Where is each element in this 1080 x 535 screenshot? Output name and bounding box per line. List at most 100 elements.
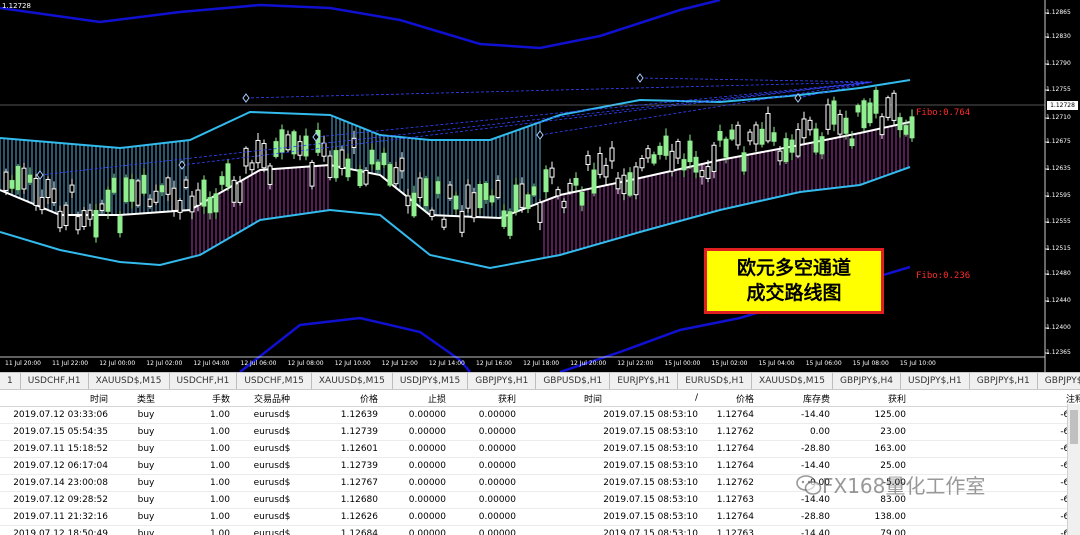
table-cell: eurusd$: [234, 440, 310, 458]
table-cell: 0.00000: [382, 525, 450, 535]
candle-body: [495, 180, 501, 198]
trade-entry-marker: [242, 93, 250, 103]
chart-tab[interactable]: USDCHF,H1: [170, 373, 238, 389]
candle-body: [519, 183, 525, 208]
candle-body: [639, 157, 645, 169]
column-header[interactable]: 获利: [450, 390, 520, 407]
table-cell: buy: [112, 525, 180, 535]
chart-tab[interactable]: EURUSD$,H1: [678, 373, 753, 389]
price-tick: 1.12480: [1046, 270, 1071, 277]
column-header[interactable]: 交易品种: [234, 390, 310, 407]
chart-tab[interactable]: USDCHF,H1: [21, 373, 89, 389]
time-tick: 12 Jul 04:00: [193, 360, 230, 367]
chart-tab[interactable]: GBPJPY$,H1: [970, 373, 1038, 389]
candle-body: [795, 129, 801, 157]
chart-tab[interactable]: XAUUSD$,M15: [752, 373, 833, 389]
candle-body: [855, 105, 861, 113]
candle-body: [501, 210, 507, 227]
chart-tab[interactable]: GBPUSD$,H1: [536, 373, 611, 389]
candle-body: [549, 167, 555, 178]
candle-body: [441, 218, 447, 228]
table-cell: 1.00: [180, 474, 234, 492]
scrollbar-thumb[interactable]: [1070, 410, 1078, 444]
candle-body: [861, 100, 867, 129]
column-header[interactable]: 止损: [382, 390, 450, 407]
trade-entry-marker: [636, 73, 644, 83]
candle-body: [531, 186, 537, 196]
candle-body: [777, 150, 783, 162]
candle-body: [879, 116, 885, 136]
table-cell: eurusd$: [234, 525, 310, 535]
chart-tab[interactable]: 1: [0, 373, 21, 389]
candle-body: [567, 182, 573, 193]
table-cell: 0.00000: [382, 406, 450, 424]
column-header[interactable]: 库存费: [758, 390, 834, 407]
column-header[interactable]: /: [666, 390, 702, 407]
candle-body: [213, 193, 219, 213]
candle-body: [711, 144, 717, 172]
candle-body: [729, 129, 735, 140]
candle-body: [837, 113, 843, 135]
column-header[interactable]: 手数: [180, 390, 234, 407]
candle-body: [723, 138, 729, 158]
chart-tab[interactable]: XAUUSD$,M15: [89, 373, 170, 389]
price-tick: 1.12515: [1046, 245, 1071, 252]
table-cell: 125.00: [834, 406, 910, 424]
candle-body: [15, 165, 21, 191]
wechat-icon: [796, 474, 822, 495]
table-cell: 0.00000: [382, 508, 450, 526]
time-tick: 12 Jul 10:00: [334, 360, 371, 367]
table-cell: buy: [112, 508, 180, 526]
chart-price-label: 1.12728: [2, 2, 31, 10]
table-row[interactable]: 2019.07.12 18:50:49 buy 1.00 eurusd$ 1.12684…: [0, 525, 1080, 535]
column-header[interactable]: 价格: [702, 390, 758, 407]
candle-body: [375, 161, 381, 170]
vertical-scrollbar[interactable]: [1067, 404, 1080, 535]
chart-tab[interactable]: USDJPY$,H1: [901, 373, 970, 389]
chart-tab[interactable]: GBPJPY$: [1038, 373, 1080, 389]
table-row[interactable]: 2019.07.11 21:32:16 buy 1.00 eurusd$ 1.12626…: [0, 508, 1080, 526]
column-header[interactable]: 时间: [0, 390, 112, 407]
price-chart[interactable]: 1.12728 1.12865 1.12830 1.12790 1.12755 1.12…: [0, 0, 1080, 372]
table-cell: eurusd$: [234, 508, 310, 526]
candle-body: [225, 163, 231, 187]
chart-tab[interactable]: EURJPY$,H1: [610, 373, 679, 389]
table-row[interactable]: 2019.07.11 15:18:52 buy 1.00 eurusd$ 1.12601…: [0, 440, 1080, 458]
price-tick: 1.12755: [1046, 86, 1071, 93]
candle-body: [189, 195, 195, 213]
candle-body: [489, 195, 495, 203]
table-cell: 0.00000: [382, 491, 450, 509]
table-row[interactable]: 2019.07.12 03:33:06 buy 1.00 eurusd$ 1.12639…: [0, 406, 1080, 424]
column-header[interactable]: 类型: [112, 390, 180, 407]
table-row[interactable]: 2019.07.15 05:54:35 buy 1.00 eurusd$ 1.12739…: [0, 423, 1080, 441]
candle-body: [897, 117, 903, 131]
time-tick: 12 Jul 14:00: [428, 360, 465, 367]
candle-body: [447, 184, 453, 199]
table-cell: 2019.07.15 08:53:10: [520, 491, 702, 509]
table-cell: -14.40: [758, 406, 834, 424]
table-cell: -60-3: [910, 525, 1080, 535]
chart-tab[interactable]: USDJPY$,M15: [393, 373, 469, 389]
table-cell: eurusd$: [234, 491, 310, 509]
column-header[interactable]: 获利: [834, 390, 910, 407]
column-header[interactable]: 价格: [310, 390, 382, 407]
chart-tab[interactable]: GBPJPY$,H1: [468, 373, 537, 389]
candle-body: [435, 181, 441, 194]
table-cell: 1.12639: [310, 406, 382, 424]
column-header[interactable]: 注释: [910, 390, 1080, 407]
table-cell: 0.00000: [450, 457, 520, 475]
candle-body: [603, 164, 609, 178]
table-cell: 1.12739: [310, 457, 382, 475]
candle-body: [675, 141, 681, 159]
table-cell: 1.00: [180, 491, 234, 509]
chart-tab[interactable]: GBPJPY$,H4: [833, 373, 902, 389]
column-header[interactable]: 时间: [520, 390, 666, 407]
table-cell: 0.00000: [450, 508, 520, 526]
candle-body: [279, 129, 285, 153]
chart-tab[interactable]: XAUUSD$,M15: [312, 373, 393, 389]
candle-body: [387, 164, 393, 186]
table-cell: 1.12764: [702, 440, 758, 458]
table-cell: 0.00000: [382, 423, 450, 441]
candle-body: [33, 177, 39, 206]
chart-tab[interactable]: USDCHF,M15: [237, 373, 312, 389]
